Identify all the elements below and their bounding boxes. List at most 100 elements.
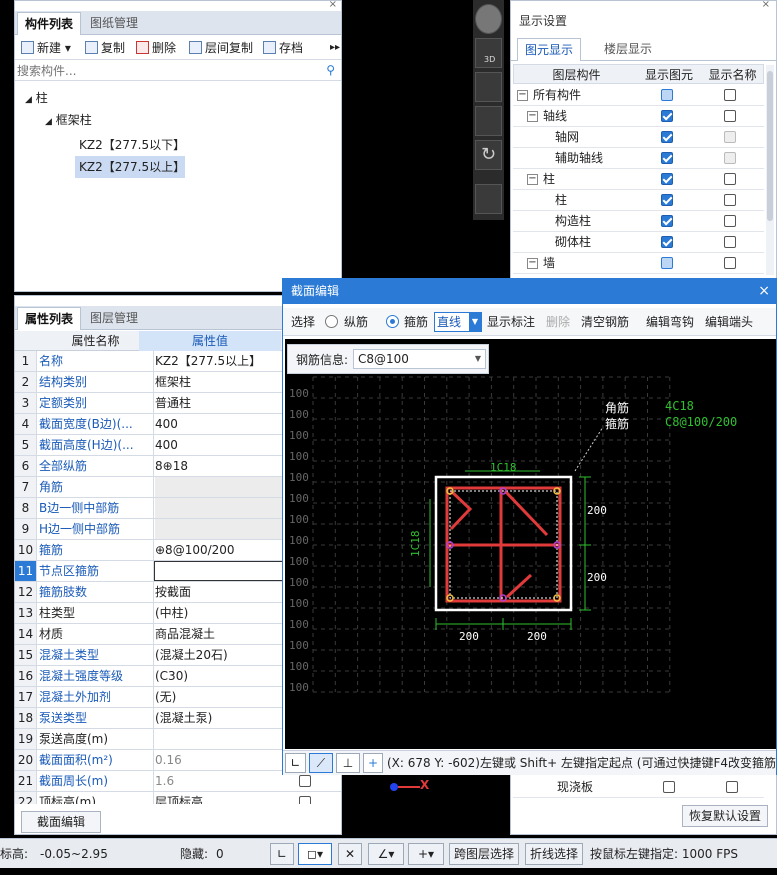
line-mode-select[interactable]: 直线 ▼ bbox=[434, 312, 482, 332]
property-value[interactable]: 400 bbox=[155, 435, 295, 456]
show-element-checkbox[interactable] bbox=[661, 131, 673, 143]
tree-collapse-icon[interactable]: − bbox=[517, 90, 528, 101]
floor-copy-button[interactable]: 层间复制 bbox=[189, 38, 253, 58]
property-value[interactable]: 0.16 bbox=[155, 750, 295, 771]
show-name-checkbox[interactable] bbox=[724, 257, 736, 269]
property-value[interactable]: 普通柱 bbox=[155, 393, 295, 414]
dialog-delete-button[interactable]: 删除 bbox=[546, 308, 570, 336]
property-value[interactable]: (混凝土泵) bbox=[155, 708, 295, 729]
tab-property-list[interactable]: 属性列表 bbox=[17, 307, 82, 330]
show-name-checkbox[interactable] bbox=[724, 215, 736, 227]
property-value[interactable]: 框架柱 bbox=[155, 372, 295, 393]
show-element-checkbox[interactable] bbox=[661, 152, 673, 164]
orbit-icon[interactable] bbox=[475, 4, 502, 34]
section-edit-button[interactable]: 截面编辑 bbox=[21, 811, 101, 833]
property-value[interactable] bbox=[155, 477, 295, 497]
property-value[interactable]: (无) bbox=[155, 687, 295, 708]
more-icon[interactable]: ▸▸ bbox=[330, 38, 340, 58]
property-value[interactable] bbox=[154, 561, 298, 581]
close-icon[interactable]: × bbox=[762, 0, 770, 10]
show-slab-checkbox[interactable] bbox=[663, 781, 675, 793]
delete-button[interactable]: 删除 bbox=[136, 38, 176, 58]
show-element-checkbox[interactable] bbox=[661, 215, 673, 227]
property-value[interactable]: (中柱) bbox=[155, 603, 295, 624]
show-element-checkbox[interactable] bbox=[661, 173, 673, 185]
snap-icon[interactable]: ⟋ bbox=[309, 753, 333, 773]
search-input[interactable] bbox=[17, 62, 317, 80]
edit-end-button[interactable]: 编辑端头 bbox=[705, 308, 753, 336]
property-value[interactable]: (混凝土20石) bbox=[155, 645, 295, 666]
show-name-checkbox[interactable] bbox=[724, 236, 736, 248]
grid-view-icon[interactable] bbox=[475, 184, 502, 214]
show-name-checkbox[interactable] bbox=[724, 194, 736, 206]
property-row-number: 2 bbox=[15, 372, 37, 392]
property-value[interactable]: 400 bbox=[155, 414, 295, 435]
cross-icon[interactable]: ✕ bbox=[338, 843, 362, 865]
property-value[interactable]: KZ2【277.5以上】 bbox=[155, 351, 295, 372]
show-element-checkbox[interactable] bbox=[661, 89, 673, 101]
property-value[interactable] bbox=[155, 498, 295, 518]
property-value[interactable]: (C30) bbox=[155, 666, 295, 687]
tab-layer-manage[interactable]: 图层管理 bbox=[83, 307, 145, 330]
search-icon[interactable]: ⚲ bbox=[326, 63, 335, 77]
property-value[interactable]: 8⊕18 bbox=[155, 456, 295, 477]
dialog-close-icon[interactable]: × bbox=[758, 279, 770, 304]
tree-root-toggle[interactable]: ◢ 柱 bbox=[25, 89, 48, 106]
cross-layer-select-button[interactable]: 跨图层选择 bbox=[449, 843, 520, 865]
tab-component-list[interactable]: 构件列表 bbox=[17, 12, 82, 35]
display-scrollbar[interactable] bbox=[766, 65, 774, 275]
snap-mode-icon[interactable]: ◻▾ bbox=[298, 843, 332, 865]
ortho-icon[interactable]: ∟ bbox=[270, 843, 294, 865]
show-element-checkbox[interactable] bbox=[661, 236, 673, 248]
property-value[interactable]: 按截面 bbox=[155, 582, 295, 603]
copy-button[interactable]: 复制 bbox=[85, 38, 125, 58]
show-name-checkbox[interactable] bbox=[724, 89, 736, 101]
tree-collapse-icon[interactable]: − bbox=[527, 258, 538, 269]
show-name-checkbox[interactable] bbox=[724, 110, 736, 122]
property-checkbox[interactable] bbox=[299, 796, 311, 804]
tree-collapse-icon[interactable]: − bbox=[527, 174, 538, 185]
show-element-checkbox[interactable] bbox=[661, 194, 673, 206]
tree-child-toggle[interactable]: ◢ 框架柱 bbox=[45, 111, 92, 128]
box-view-icon[interactable] bbox=[475, 72, 502, 102]
property-value[interactable]: 商品混凝土 bbox=[155, 624, 295, 645]
property-value[interactable]: 1.6 bbox=[155, 771, 295, 792]
property-value[interactable]: 层顶标高 bbox=[155, 792, 295, 804]
property-value[interactable] bbox=[155, 519, 295, 539]
rotate-icon[interactable]: ↻ bbox=[475, 140, 502, 170]
tab-floor-display[interactable]: 楼层显示 bbox=[597, 38, 659, 61]
offset-icon[interactable]: +▾ bbox=[408, 843, 444, 865]
property-value[interactable]: ⊕8@100/200 bbox=[155, 540, 295, 561]
show-element-checkbox[interactable] bbox=[661, 110, 673, 122]
tab-drawing-manage[interactable]: 图纸管理 bbox=[83, 12, 145, 35]
ortho-icon[interactable]: ∟ bbox=[285, 753, 306, 773]
tree-item-kz2-above[interactable]: KZ2【277.5以上】 bbox=[75, 156, 185, 178]
radio-stirrup[interactable] bbox=[386, 315, 399, 328]
tree-collapse-icon[interactable]: − bbox=[527, 111, 538, 122]
property-row[interactable]: 22 顶标高(m) 层顶标高 bbox=[15, 792, 341, 804]
angle-icon[interactable]: ∠▾ bbox=[368, 843, 404, 865]
section-canvas[interactable]: 钢筋信息: C8@100 ▼ 100 100 100 100 100 100 100 100 10… bbox=[285, 339, 776, 749]
property-checkbox[interactable] bbox=[299, 775, 311, 787]
show-name-checkbox[interactable] bbox=[724, 131, 736, 143]
clear-rebar-button[interactable]: 清空钢筋 bbox=[581, 308, 629, 336]
cube-view-icon[interactable] bbox=[475, 106, 502, 136]
show-element-checkbox[interactable] bbox=[661, 257, 673, 269]
tab-element-display[interactable]: 图元显示 bbox=[517, 38, 582, 61]
show-label-button[interactable]: 显示标注 bbox=[487, 308, 535, 336]
radio-long-rebar[interactable] bbox=[325, 315, 338, 328]
polyline-select-button[interactable]: 折线选择 bbox=[525, 843, 584, 865]
new-button[interactable]: 新建 ▾ bbox=[21, 38, 71, 58]
close-icon[interactable]: × bbox=[329, 0, 337, 10]
select-tool-button[interactable]: 选择 bbox=[291, 308, 315, 336]
tree-item-kz2-below[interactable]: KZ2【277.5以下】 bbox=[75, 134, 189, 156]
perpendicular-icon[interactable]: ⊥ bbox=[336, 753, 360, 773]
offset-icon[interactable]: + bbox=[363, 753, 383, 773]
name-slab-checkbox[interactable] bbox=[726, 781, 738, 793]
show-name-checkbox[interactable] bbox=[724, 152, 736, 164]
restore-default-button[interactable]: 恢复默认设置 bbox=[682, 805, 769, 827]
edit-hook-button[interactable]: 编辑弯钩 bbox=[646, 308, 694, 336]
archive-button[interactable]: 存档 bbox=[263, 38, 303, 58]
3d-view-icon[interactable]: 3D bbox=[475, 38, 502, 68]
show-name-checkbox[interactable] bbox=[724, 173, 736, 185]
